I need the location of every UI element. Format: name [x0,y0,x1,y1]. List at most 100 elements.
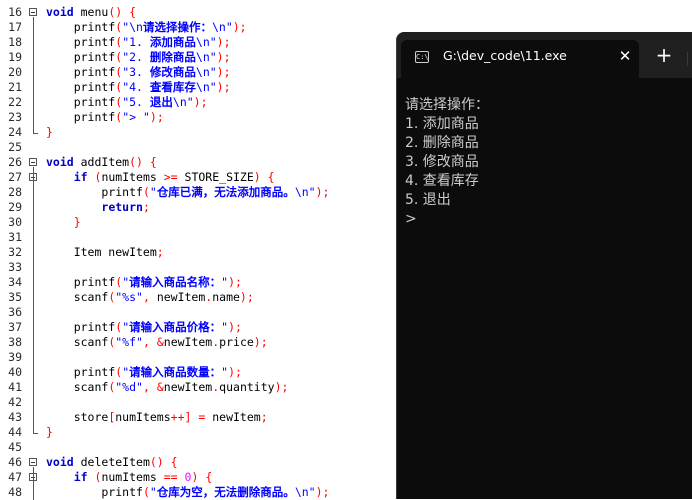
code-text: scanf("%d", &newItem.quantity); [46,380,289,395]
code-token: { [205,470,213,484]
close-tab-button[interactable]: ✕ [615,46,635,66]
code-token: \n" [294,485,316,499]
line-number: 30 [8,215,22,229]
line-number: 17 [8,20,22,34]
code-token: newItem [163,380,213,394]
console-icon: C:\ [415,51,429,63]
code-text: printf("2. 删除商品\n"); [46,50,231,65]
code-token: & [156,335,164,349]
fold-guide [33,17,34,133]
line-number: 18 [8,35,22,49]
code-text: printf("4. 查看库存\n"); [46,80,231,95]
code-token: ++] [170,410,192,424]
code-token: \n" [195,35,217,49]
new-tab-button[interactable]: + [653,42,675,68]
code-token: == [163,470,178,484]
code-token: if [73,470,88,484]
code-token: name [212,290,240,304]
fold-guide-end [33,433,38,434]
code-token: 修改商品 [149,65,196,79]
fold-toggle-icon[interactable] [29,458,37,466]
code-token: ) [253,170,261,184]
terminal-output[interactable]: 请选择操作： 1. 添加商品 2. 删除商品 3. 修改商品 4. 查看库存 5. 退出 > [405,96,489,229]
code-token: if [73,170,88,184]
code-token: printf [46,320,116,334]
code-token: quantity [219,380,275,394]
line-number: 43 [8,410,22,424]
terminal-line: 2. 删除商品 [405,135,479,151]
terminal-line: 1. 添加商品 [405,116,479,132]
terminal-window[interactable]: C:\ G:\dev_code\11.exe ✕ + 请选择操作： 1. 添加商品… [397,32,692,499]
line-number: 27 [8,170,22,184]
code-token: 退出 [149,95,173,109]
code-token: 请输入商品名称： [129,275,222,289]
titlebar-divider [687,52,688,66]
terminal-tab[interactable]: C:\ G:\dev_code\11.exe ✕ [401,40,639,78]
code-token: 请输入商品数量： [129,365,222,379]
code-token: \n" [195,65,217,79]
line-number: 41 [8,380,22,394]
code-token: " [149,485,157,499]
code-token: printf [46,35,116,49]
code-token: , [142,290,150,304]
code-text: void addItem() { [46,155,157,170]
code-line[interactable]: 16 void menu() { [0,5,692,20]
line-number: 36 [8,305,22,319]
terminal-line: 3. 修改商品 [405,154,479,170]
code-token: ); [216,35,231,49]
terminal-titlebar[interactable]: C:\ G:\dev_code\11.exe ✕ + [397,32,692,78]
code-token: ; [142,200,150,214]
code-token: "> " [122,110,150,124]
code-token: ); [228,365,242,379]
code-token: ); [149,110,164,124]
terminal-line: > [405,211,417,227]
line-number: 45 [8,440,22,454]
code-text: printf("仓库已满，无法添加商品。\n"); [46,185,329,200]
code-token: deleteItem [73,455,150,469]
line-number: 23 [8,110,22,124]
code-token: void [46,455,74,469]
code-token: ); [239,290,254,304]
line-number: 33 [8,260,22,274]
code-token: ); [228,320,242,334]
code-token: "%d" [115,380,143,394]
code-token: { [149,155,157,169]
code-token: ); [315,485,330,499]
code-token: newItem [149,290,206,304]
line-number: 34 [8,275,22,289]
code-token: Item newItem [46,245,157,259]
code-token: void [46,155,74,169]
code-text: printf("请输入商品价格："); [46,320,242,335]
code-token: STORE_SIZE [177,170,254,184]
code-token: \n" [211,20,233,34]
fold-toggle-icon[interactable] [29,158,37,166]
code-text: } [46,215,81,230]
line-number: 38 [8,335,22,349]
code-token: ( [142,185,150,199]
code-token: printf [46,50,116,64]
fold-toggle-icon[interactable] [29,8,37,16]
code-token: ( [142,485,150,499]
code-token: store [46,410,109,424]
code-text: printf("仓库为空，无法删除商品。\n"); [46,485,329,500]
code-token: ); [216,50,231,64]
code-token: \n" [195,50,217,64]
code-token: void [46,5,74,19]
code-text: scanf("%s", newItem.name); [46,290,254,305]
code-token: 仓库为空，无法删除商品。 [156,485,295,499]
line-number: 42 [8,395,22,409]
code-token: () [149,455,164,469]
code-token: { [129,5,137,19]
code-token: " [149,185,157,199]
terminal-line: 4. 查看库存 [405,173,479,189]
